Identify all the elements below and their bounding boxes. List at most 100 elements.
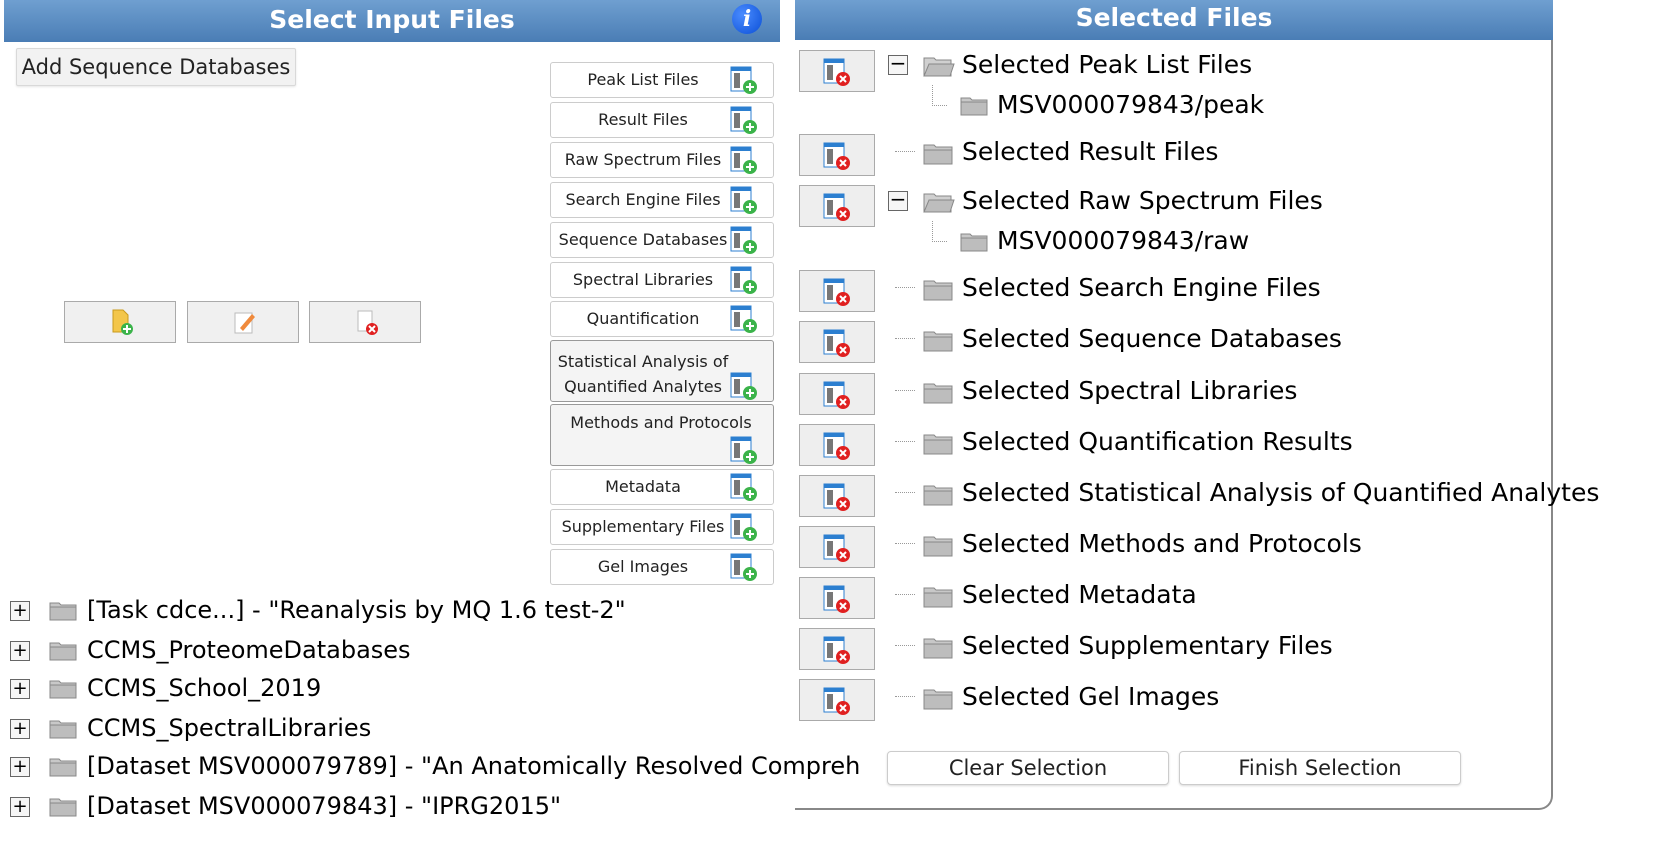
folder-icon bbox=[49, 602, 77, 621]
add-category-button[interactable]: Metadata bbox=[550, 469, 774, 505]
remove-selection-button[interactable] bbox=[799, 577, 875, 619]
tree-node-label[interactable]: [Dataset MSV000079789] - "An Anatomicall… bbox=[87, 749, 860, 783]
add-to-selection-icon bbox=[730, 186, 757, 214]
add-category-button[interactable]: Raw Spectrum Files bbox=[550, 142, 774, 178]
selected-category-label: Selected Supplementary Files bbox=[962, 631, 1333, 660]
folder-icon bbox=[49, 798, 77, 817]
add-to-selection-icon bbox=[730, 553, 757, 581]
add-to-selection-icon bbox=[730, 226, 757, 254]
folder-icon bbox=[960, 97, 988, 116]
category-label: Raw Spectrum Files bbox=[564, 150, 722, 169]
folder-icon bbox=[923, 638, 953, 659]
delete-file-button[interactable] bbox=[309, 301, 421, 343]
add-category-button[interactable]: Gel Images bbox=[550, 549, 774, 585]
category-label: Gel Images bbox=[597, 557, 689, 576]
add-to-selection-icon bbox=[730, 146, 757, 174]
expand-icon[interactable]: + bbox=[10, 601, 30, 621]
tree-node-label[interactable]: CCMS_School_2019 bbox=[87, 671, 321, 705]
selected-category-label: Selected Methods and Protocols bbox=[962, 529, 1362, 558]
add-to-selection-icon bbox=[730, 66, 757, 94]
tree-node-label[interactable]: [Task cdce...] - "Reanalysis by MQ 1.6 t… bbox=[87, 593, 626, 627]
remove-file-icon bbox=[823, 483, 850, 511]
tree-node-label[interactable]: [Dataset MSV000079843] - "IPRG2015" bbox=[87, 789, 561, 823]
remove-file-icon bbox=[823, 636, 850, 664]
add-category-button[interactable]: Spectral Libraries bbox=[550, 262, 774, 298]
selected-category-label: Selected Quantification Results bbox=[962, 427, 1353, 456]
remove-selection-button[interactable] bbox=[799, 373, 875, 415]
add-category-button[interactable]: Quantification Results bbox=[550, 301, 774, 362]
remove-selection-button[interactable] bbox=[799, 424, 875, 466]
info-icon[interactable]: i bbox=[732, 4, 762, 34]
expand-icon[interactable]: + bbox=[10, 757, 30, 777]
expand-icon[interactable]: + bbox=[10, 679, 30, 699]
remove-file-icon bbox=[823, 278, 850, 306]
tree-connector bbox=[895, 287, 915, 288]
remove-selection-button[interactable] bbox=[799, 475, 875, 517]
folder-icon bbox=[923, 536, 953, 557]
tree-connector bbox=[895, 696, 915, 697]
tree-connector bbox=[895, 390, 915, 391]
remove-selection-button[interactable] bbox=[799, 134, 875, 176]
tree-connector bbox=[932, 221, 947, 242]
tree-connector bbox=[895, 338, 915, 339]
add-to-selection-icon bbox=[730, 305, 757, 333]
add-category-button[interactable]: Peak List Files bbox=[550, 62, 774, 98]
add-to-selection-icon bbox=[730, 266, 757, 294]
remove-file-icon bbox=[823, 432, 850, 460]
collapse-icon[interactable]: − bbox=[888, 189, 908, 211]
add-to-selection-icon bbox=[730, 513, 757, 541]
remove-selection-button[interactable] bbox=[799, 185, 875, 227]
remove-file-icon bbox=[823, 329, 850, 357]
tree-connector bbox=[895, 645, 915, 646]
selected-category-label: Selected Gel Images bbox=[962, 682, 1220, 711]
finish-selection-button[interactable]: Finish Selection bbox=[1179, 751, 1461, 785]
category-label: Sequence Databases bbox=[558, 230, 728, 249]
add-category-button[interactable]: Statistical Analysis of Quantified Analy… bbox=[550, 340, 774, 402]
selected-category-label: Selected Search Engine Files bbox=[962, 273, 1321, 302]
folder-icon bbox=[923, 144, 953, 165]
folder-icon bbox=[923, 280, 953, 301]
clear-selection-button[interactable]: Clear Selection bbox=[887, 751, 1169, 785]
panel-title: Select Input Files bbox=[269, 5, 515, 34]
folder-icon bbox=[49, 680, 77, 699]
add-category-button[interactable]: Methods and Protocols bbox=[550, 404, 774, 466]
category-label: Supplementary Files bbox=[561, 517, 725, 536]
expand-icon[interactable]: + bbox=[10, 719, 30, 739]
upload-file-button[interactable] bbox=[64, 301, 176, 343]
selected-category-label: Selected Statistical Analysis of Quantif… bbox=[962, 478, 1600, 507]
add-sequence-databases-button[interactable]: Add Sequence Databases bbox=[16, 48, 296, 86]
tree-node-label[interactable]: CCMS_SpectralLibraries bbox=[87, 711, 371, 745]
add-category-button[interactable]: Sequence Databases bbox=[550, 222, 774, 258]
open-folder-icon bbox=[923, 57, 955, 77]
category-label: Peak List Files bbox=[587, 70, 699, 89]
expand-icon[interactable]: + bbox=[10, 797, 30, 817]
tree-connector bbox=[932, 85, 947, 106]
remove-selection-button[interactable] bbox=[799, 628, 875, 670]
selected-category-label: Selected Spectral Libraries bbox=[962, 376, 1298, 405]
add-category-button[interactable]: Result Files bbox=[550, 102, 774, 138]
selected-category-label: Selected Raw Spectrum Files bbox=[962, 186, 1323, 215]
delete-file-icon bbox=[357, 310, 378, 335]
folder-icon bbox=[923, 383, 953, 404]
add-category-button[interactable]: Supplementary Files bbox=[550, 509, 774, 545]
remove-file-icon bbox=[823, 534, 850, 562]
remove-file-icon bbox=[823, 193, 850, 221]
remove-selection-button[interactable] bbox=[799, 526, 875, 568]
collapse-icon[interactable]: − bbox=[888, 53, 908, 75]
folder-icon bbox=[923, 331, 953, 352]
add-to-selection-icon bbox=[730, 473, 757, 501]
remove-file-icon bbox=[823, 687, 850, 715]
edit-file-button[interactable] bbox=[187, 301, 299, 343]
selected-category-label: Selected Metadata bbox=[962, 580, 1197, 609]
remove-selection-button[interactable] bbox=[799, 270, 875, 312]
remove-selection-button[interactable] bbox=[799, 50, 875, 92]
tree-node-label[interactable]: CCMS_ProteomeDatabases bbox=[87, 633, 411, 667]
select-input-files-header: Select Input Files i bbox=[4, 0, 780, 42]
expand-icon[interactable]: + bbox=[10, 641, 30, 661]
add-to-selection-icon bbox=[730, 436, 757, 464]
folder-icon bbox=[923, 434, 953, 455]
folder-icon bbox=[49, 758, 77, 777]
remove-selection-button[interactable] bbox=[799, 321, 875, 363]
remove-selection-button[interactable] bbox=[799, 679, 875, 721]
add-category-button[interactable]: Search Engine Files bbox=[550, 182, 774, 218]
